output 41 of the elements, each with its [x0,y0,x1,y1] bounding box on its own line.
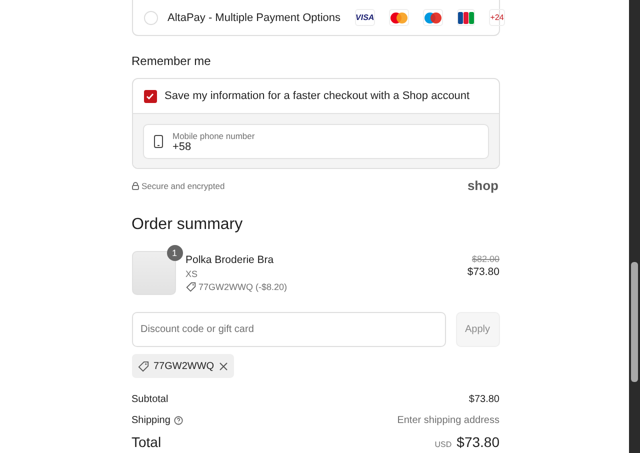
close-button[interactable] [219,362,228,370]
secure-note: Secure and encrypted [142,180,225,190]
original-price: $82.00 [472,254,500,264]
photo-placeholder [132,251,176,295]
field-value: +58 [172,140,192,152]
card-logo [457,9,476,26]
checkbox[interactable] [144,90,156,102]
payment-option-label: AltaPay - Multiple Payment Options [168,12,341,24]
card-logo [389,9,410,26]
checkmark-icon [146,92,154,100]
discount-field[interactable]: Discount code or gift card [132,312,446,347]
quantity-badge: 1 [166,245,182,261]
shop-logo: shop [467,178,498,193]
scrollbar[interactable] [629,0,640,453]
currency-code: USD [434,440,452,449]
tag-icon [138,360,148,372]
field-label: Mobile phone number [172,130,255,140]
visa-logo: VISA [354,9,376,26]
help-icon[interactable] [174,416,184,425]
total-value: $73.80 [456,434,500,450]
save-info-label: Save my information for a faster checkout with a Shop account [164,90,471,102]
tag-icon [186,282,196,292]
more-cards-count: +24 [489,9,505,26]
section-heading: Remember me [132,54,212,68]
shipping-label: Shipping [132,415,170,426]
item-price: $73.80 [467,266,500,278]
discount-code: 77GW2WWQ [154,360,214,372]
lock-icon [132,182,138,190]
product-name: Polka Broderie Bra [186,254,275,266]
subtotal-value: $73.80 [468,394,500,405]
total-label: Total [132,434,162,450]
card-logo [423,9,444,26]
subtotal-label: Subtotal [132,394,168,405]
order-summary-heading: Order summary [132,216,244,234]
shipping-value: Enter shipping address [397,415,500,426]
radio-button[interactable] [144,10,158,24]
scrollbar-thumb[interactable] [631,262,638,382]
phone-field[interactable]: Mobile phone number +58 [142,124,488,159]
product-variant: XS [186,269,199,279]
phone-icon [154,135,162,148]
item-discount: 77GW2WWQ (-$8.20) [198,282,288,292]
